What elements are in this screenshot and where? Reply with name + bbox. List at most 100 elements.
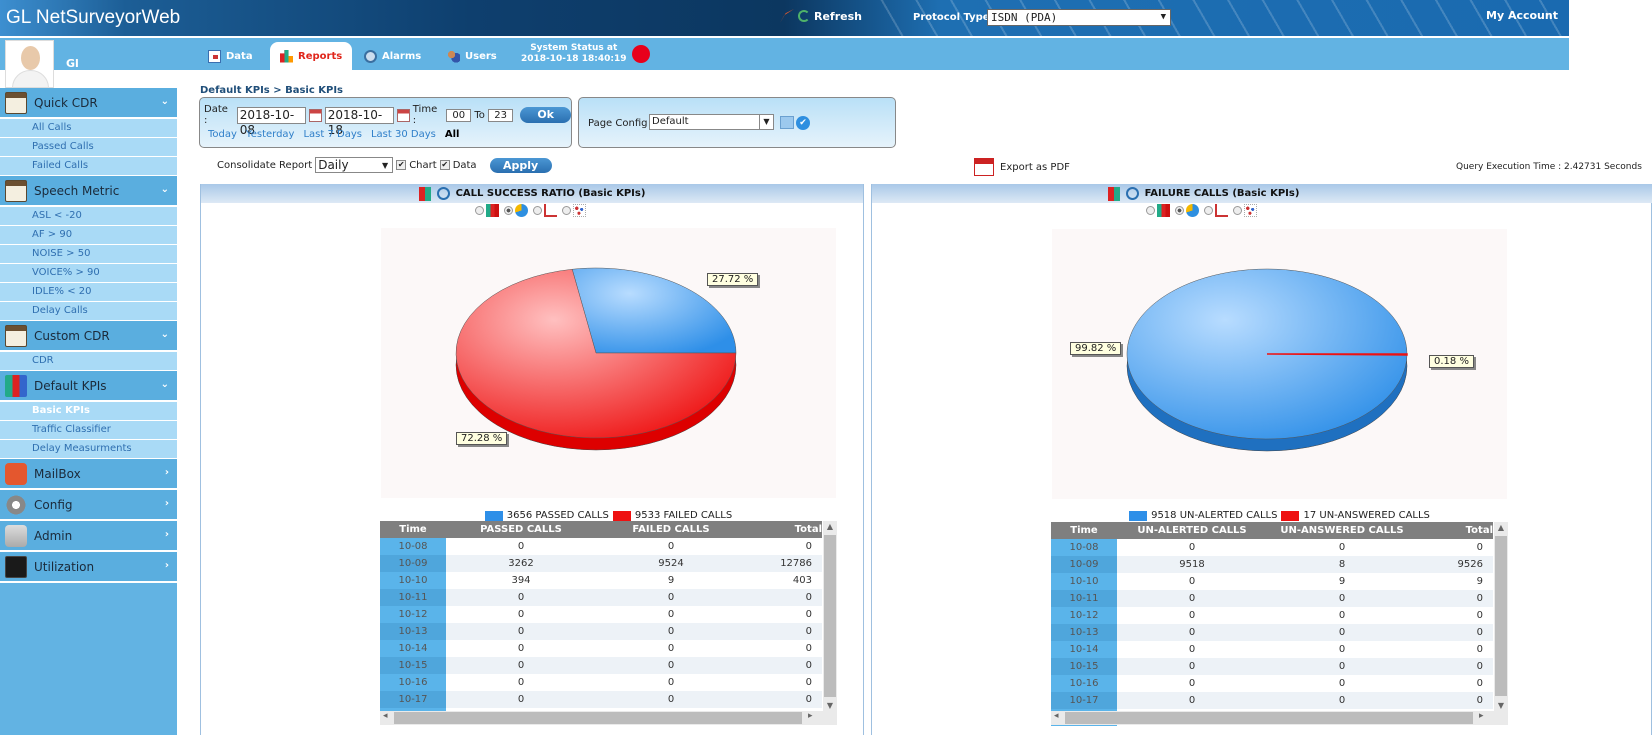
sidebar-item-all-calls[interactable]: All Calls: [0, 119, 177, 138]
sidebar-item-voice[interactable]: VOICE% > 90: [0, 264, 177, 283]
column-header[interactable]: Total: [1417, 522, 1493, 539]
consolidate-select[interactable]: Daily ▼: [315, 157, 394, 173]
sidebar-item-asl[interactable]: ASL < -20: [0, 207, 177, 226]
scroll-left-icon[interactable]: ◂: [1054, 711, 1059, 721]
sidebar-item-noise[interactable]: NOISE > 50: [0, 245, 177, 264]
ok-button[interactable]: Ok: [520, 107, 571, 123]
chart-type-radio-bar[interactable]: [1145, 206, 1155, 215]
range-yesterday[interactable]: Yesterday: [246, 129, 295, 140]
tab-users[interactable]: Users: [437, 42, 507, 70]
export-label: Export as PDF: [1000, 161, 1070, 173]
refresh-button[interactable]: Refresh: [780, 9, 862, 23]
my-account-link[interactable]: My Account: [1486, 9, 1558, 22]
column-header[interactable]: UN-ANSWERED CALLS: [1267, 522, 1417, 539]
horizontal-scrollbar[interactable]: ◂ ▸: [380, 711, 837, 725]
vertical-scrollbar[interactable]: ▲ ▼: [823, 521, 837, 711]
sidebar-group-custom-cdr[interactable]: Custom CDR ⌄: [0, 321, 177, 352]
legend-entry: 17 UN-ANSWERED CALLS: [1303, 510, 1430, 521]
admin-icon: [5, 524, 27, 547]
horizontal-scrollbar[interactable]: ◂ ▸: [1051, 711, 1508, 725]
time-to-input[interactable]: 23: [487, 108, 514, 122]
zoom-in-icon[interactable]: [436, 187, 450, 200]
value-cell: 9518: [1117, 556, 1267, 573]
sidebar-group-quick-cdr[interactable]: Quick CDR ⌄: [0, 88, 177, 119]
time-cell: 10-09: [1051, 556, 1117, 573]
zoom-in-icon[interactable]: [1125, 187, 1139, 200]
protocol-type-select[interactable]: ISDN (PDA) ▼: [987, 9, 1171, 26]
sidebar-group-speech-metric[interactable]: Speech Metric ⌄: [0, 176, 177, 207]
sidebar-item-idle[interactable]: IDLE% < 20: [0, 283, 177, 302]
sidebar-group-default-kpis[interactable]: Default KPIs ⌄: [0, 371, 177, 402]
sidebar-item-traffic-classifier[interactable]: Traffic Classifier: [0, 421, 177, 440]
save-icon[interactable]: [780, 116, 794, 129]
scroll-right-icon[interactable]: ▸: [808, 711, 813, 721]
chart-type-radio-line[interactable]: [1203, 206, 1213, 215]
sidebar-item-delay-measurments[interactable]: Delay Measurments: [0, 440, 177, 459]
column-header[interactable]: PASSED CALLS: [446, 521, 596, 538]
tab-data[interactable]: Data: [198, 42, 263, 70]
range-last-30-days[interactable]: Last 30 Days: [371, 129, 436, 140]
time-from-input[interactable]: 00: [446, 108, 472, 122]
range-last-7-days[interactable]: Last 7 Days: [303, 129, 362, 140]
data-checkbox[interactable]: ✔: [439, 160, 450, 170]
value-cell: 0: [1117, 624, 1267, 641]
tab-reports[interactable]: Reports: [270, 42, 353, 70]
chart-panel-call-success: CALL SUCCESS RATIO (Basic KPIs) 27.72 % …: [200, 184, 864, 735]
chart-type-radio-pie[interactable]: [1174, 206, 1184, 215]
chart-type-radio-line[interactable]: [533, 206, 542, 215]
sidebar-item-passed-calls[interactable]: Passed Calls: [0, 138, 177, 157]
sidebar-item-cdr[interactable]: CDR: [0, 352, 177, 371]
chart-type-radio-scatter[interactable]: [1232, 206, 1242, 215]
table-row: 10-17 0 0 0: [1051, 692, 1493, 709]
sidebar-item-failed-calls[interactable]: Failed Calls: [0, 157, 177, 176]
page-config-select[interactable]: Default ▼: [649, 114, 774, 130]
tab-alarms[interactable]: Alarms: [354, 42, 431, 70]
range-today[interactable]: Today: [208, 129, 237, 140]
column-header[interactable]: Time: [380, 521, 446, 538]
scroll-down-icon[interactable]: ▼: [1494, 701, 1508, 710]
sidebar-item-basic-kpis[interactable]: Basic KPIs: [0, 402, 177, 421]
scroll-up-icon[interactable]: ▲: [823, 522, 837, 531]
column-header[interactable]: UN-ALERTED CALLS: [1117, 522, 1267, 539]
vertical-scrollbar[interactable]: ▲ ▼: [1494, 522, 1508, 711]
column-header[interactable]: Time: [1051, 522, 1117, 539]
pie-chart-svg: [455, 267, 737, 451]
query-execution-time: Query Execution Time : 2.42731 Seconds: [1456, 162, 1642, 172]
add-chart-icon[interactable]: [418, 186, 431, 201]
sidebar-group-mailbox[interactable]: MailBox ›: [0, 459, 177, 490]
check-icon[interactable]: ✔: [796, 116, 810, 130]
sidebar-group-admin[interactable]: Admin ›: [0, 521, 177, 552]
calendar-icon[interactable]: [397, 108, 410, 122]
column-header[interactable]: Total: [746, 521, 822, 538]
avatar[interactable]: [5, 40, 54, 88]
apply-button[interactable]: Apply: [489, 157, 552, 173]
value-cell: 0: [596, 589, 746, 606]
value-cell: 403: [792, 575, 812, 586]
value-cell: 0: [1476, 644, 1483, 655]
range-all[interactable]: All: [445, 129, 460, 140]
scroll-down-icon[interactable]: ▼: [823, 701, 837, 710]
chart-type-radio-bar[interactable]: [475, 206, 484, 215]
chart-checkbox[interactable]: ✔: [396, 160, 407, 170]
scroll-right-icon[interactable]: ▸: [1479, 711, 1484, 721]
sidebar-item-delay-calls[interactable]: Delay Calls: [0, 302, 177, 321]
date-from-input[interactable]: 2018-10-08: [236, 106, 306, 137]
pie-slice[interactable]: [1266, 353, 1408, 356]
value-cell: 12786: [746, 555, 822, 572]
column-header[interactable]: FAILED CALLS: [596, 521, 746, 538]
chart-type-radio-scatter[interactable]: [562, 206, 571, 215]
add-chart-icon[interactable]: [1107, 186, 1120, 201]
sidebar-group-config[interactable]: Config ›: [0, 490, 177, 521]
sidebar-group-utilization[interactable]: Utilization ›: [0, 552, 177, 583]
panel-title: CALL SUCCESS RATIO (Basic KPIs): [455, 188, 646, 199]
scroll-up-icon[interactable]: ▲: [1494, 523, 1508, 532]
date-to-input[interactable]: 2018-10-18: [324, 106, 395, 137]
chart-type-radio-pie[interactable]: [504, 206, 513, 215]
time-cell: 10-11: [380, 589, 446, 606]
calendar-icon[interactable]: [309, 108, 322, 122]
scroll-left-icon[interactable]: ◂: [383, 711, 388, 721]
consolidate-value: Daily: [318, 158, 349, 172]
export-pdf-button[interactable]: Export as PDF: [974, 158, 1070, 176]
dropdown-arrow-icon: ▼: [1160, 12, 1166, 22]
sidebar-item-af[interactable]: AF > 90: [0, 226, 177, 245]
